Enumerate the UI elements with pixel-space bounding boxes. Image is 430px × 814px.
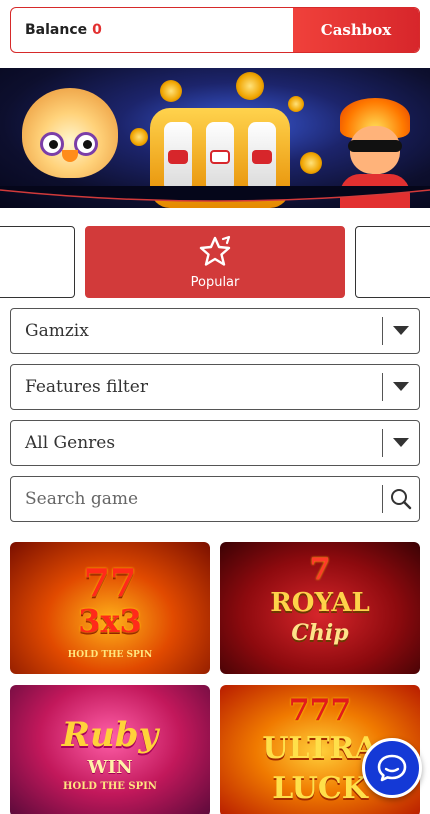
tab-popular[interactable]: Popular — [85, 226, 345, 298]
game-title: 3x3 — [78, 602, 142, 640]
game-tile[interactable]: 7 ROYAL Chip — [220, 542, 420, 674]
tab-previous-category[interactable] — [0, 226, 75, 298]
star-icon — [199, 235, 231, 266]
search-icon[interactable] — [383, 477, 419, 521]
coin-icon — [288, 96, 304, 112]
category-tabs: Popular — [0, 226, 430, 298]
game-subtitle: HOLD THE SPIN — [63, 781, 157, 792]
features-filter-select[interactable]: Features filter — [10, 364, 420, 410]
game-title: 77 — [83, 560, 137, 605]
chevron-down-icon — [383, 421, 419, 465]
coin-icon — [160, 80, 182, 102]
game-title: ROYAL — [270, 588, 370, 618]
provider-select-value: Gamzix — [25, 321, 89, 341]
game-title: 7 — [309, 552, 331, 587]
balance-value: 0 — [92, 22, 102, 38]
game-tile[interactable]: 77 3x3 HOLD THE SPIN — [10, 542, 210, 674]
chat-icon — [377, 754, 407, 782]
cashbox-button[interactable]: Cashbox — [293, 8, 419, 52]
balance-display: Balance 0 — [11, 8, 293, 52]
coin-icon — [130, 128, 148, 146]
banner-divider — [0, 186, 430, 202]
game-subtitle: HOLD THE SPIN — [67, 650, 153, 660]
tab-next-category[interactable] — [355, 226, 430, 298]
provider-select[interactable]: Gamzix — [10, 308, 420, 354]
genres-select[interactable]: All Genres — [10, 420, 420, 466]
game-title: 777 — [288, 693, 352, 728]
game-tile[interactable]: Ruby WIN HOLD THE SPIN — [10, 685, 210, 814]
tab-popular-label: Popular — [190, 274, 240, 290]
game-title: Ruby — [61, 715, 159, 755]
bird-character — [22, 88, 118, 178]
coin-icon — [300, 152, 322, 174]
game-subtitle: Chip — [291, 620, 349, 646]
chevron-down-icon — [383, 365, 419, 409]
coin-icon — [236, 72, 264, 100]
balance-label: Balance — [25, 22, 88, 38]
chevron-down-icon — [383, 309, 419, 353]
features-filter-value: Features filter — [25, 377, 148, 397]
genres-select-value: All Genres — [25, 433, 116, 453]
chat-button[interactable] — [362, 738, 422, 798]
search-field — [10, 476, 420, 522]
search-input[interactable] — [11, 477, 382, 521]
balance-bar: Balance 0 Cashbox — [10, 7, 420, 53]
game-title: WIN — [87, 757, 133, 778]
